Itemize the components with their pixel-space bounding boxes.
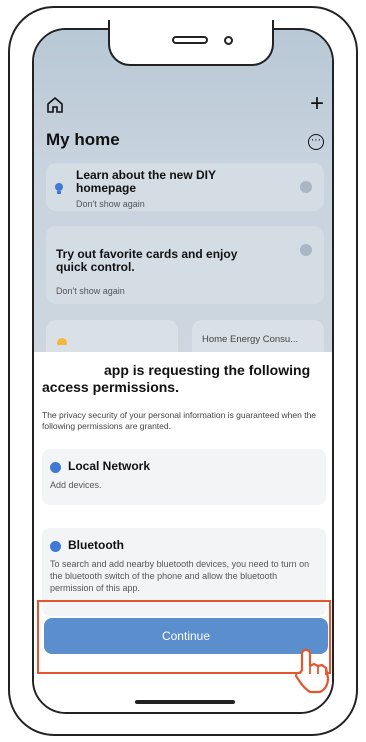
background-app: + My home ⋯ Learn about the new DIY home…: [34, 30, 332, 360]
favorites-card[interactable]: Try out favorite cards and enjoy quick c…: [46, 226, 324, 304]
permission-local-network: Local Network Add devices.: [42, 449, 326, 505]
plus-icon[interactable]: +: [310, 92, 324, 116]
sheet-description: The privacy security of your personal in…: [42, 410, 317, 431]
network-icon: [50, 462, 61, 473]
home-indicator: [135, 700, 235, 704]
favorites-card-dismiss[interactable]: Don't show again: [56, 286, 125, 296]
sun-icon: [57, 338, 67, 345]
diy-card[interactable]: Learn about the new DIY homepage Don't s…: [46, 163, 324, 211]
energy-tile-label: Home Energy Consu...: [202, 334, 299, 345]
favorites-card-title: Try out favorite cards and enjoy quick c…: [56, 247, 238, 274]
sheet-title: app is requesting the following access p…: [42, 362, 332, 396]
chevron-right-icon[interactable]: [300, 181, 312, 193]
permission-name: Bluetooth: [68, 538, 124, 552]
phone-screen: + My home ⋯ Learn about the new DIY home…: [32, 28, 334, 714]
permission-description: Add devices.: [50, 480, 102, 490]
sheet-title-text: app is requesting the following access p…: [42, 362, 311, 395]
phone-notch: [108, 20, 274, 66]
chevron-right-icon[interactable]: [300, 244, 312, 256]
continue-button[interactable]: Continue: [44, 618, 328, 654]
permission-description: To search and add nearby bluetooth devic…: [50, 559, 310, 593]
speaker-icon: [172, 36, 208, 44]
pointing-hand-icon: [294, 648, 330, 694]
diy-card-dismiss[interactable]: Don't show again: [76, 199, 145, 209]
page-title: My home: [46, 130, 120, 149]
bulb-icon: [55, 183, 63, 194]
camera-icon: [224, 36, 233, 45]
home-icon[interactable]: [46, 96, 64, 114]
permission-name: Local Network: [68, 459, 151, 473]
diy-card-title: Learn about the new DIY homepage: [76, 168, 216, 195]
bluetooth-icon: [50, 541, 61, 552]
more-icon[interactable]: ⋯: [308, 134, 324, 150]
